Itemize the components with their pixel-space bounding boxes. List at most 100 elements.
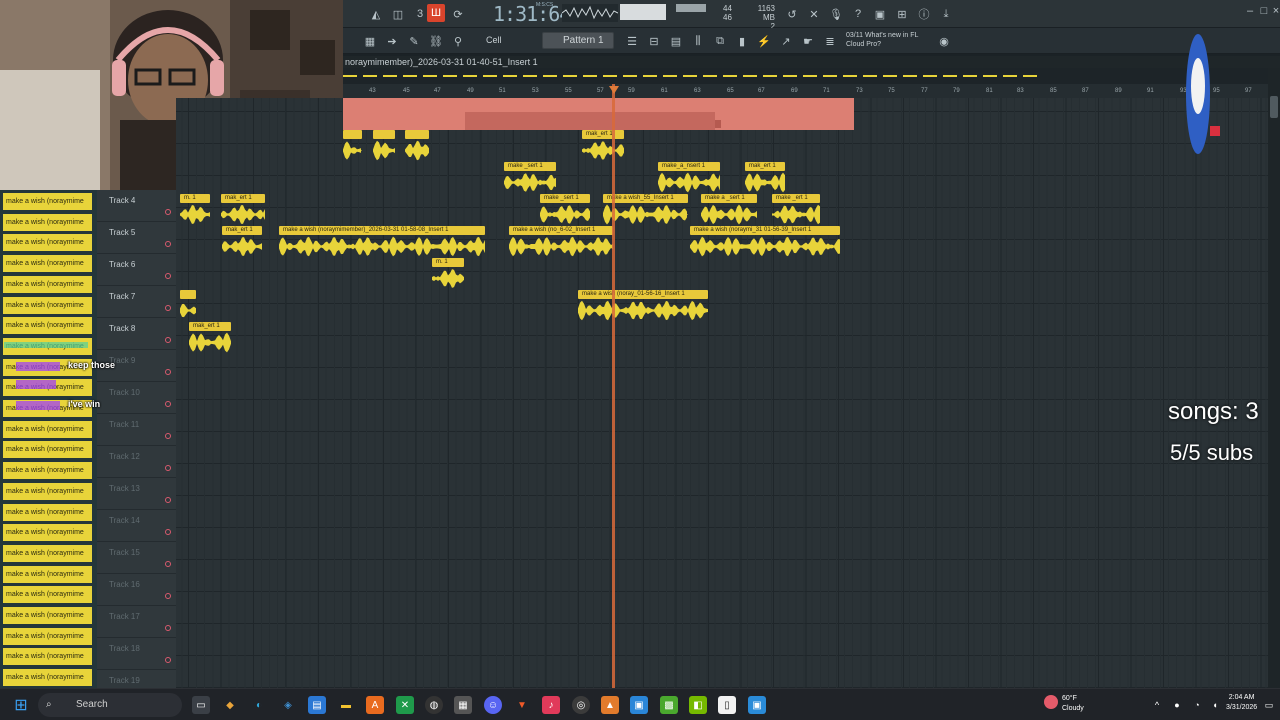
browser-file-item[interactable]: make a wish (noraymime — [3, 482, 92, 500]
clip-waveform — [373, 140, 395, 161]
clip-waveform — [504, 173, 556, 192]
browser-file-item[interactable]: make a wish (noraymime — [3, 213, 92, 231]
clip-label: m. 1 — [432, 258, 464, 267]
audio-clip[interactable] — [405, 130, 429, 162]
clip-waveform — [745, 172, 785, 193]
taskbar-clock[interactable]: 2:04 AM 3/31/2026 — [1226, 693, 1257, 713]
clip-body — [509, 235, 613, 258]
browser-file-item[interactable]: make a wish (noraymime — [3, 648, 92, 666]
playhead[interactable] — [612, 84, 615, 688]
clip-waveform — [432, 269, 464, 288]
audio-clip[interactable]: make _ert 1 — [772, 194, 820, 226]
clip-waveform — [405, 140, 429, 161]
adobe-icon[interactable]: A — [366, 696, 384, 714]
chat-text: i've win — [68, 399, 101, 409]
clip-waveform — [701, 204, 757, 225]
tray-app-icon[interactable]: ● — [1168, 696, 1186, 714]
clip-body — [582, 139, 624, 162]
audio-clip[interactable]: make_a_nsert 1 — [658, 162, 720, 194]
audio-clip[interactable]: mak_ert 1 — [582, 130, 624, 162]
browser-file-item[interactable]: make a wish (noraymime — [3, 544, 92, 562]
obs-icon[interactable]: ◎ — [572, 696, 590, 714]
excel-icon[interactable]: ✕ — [396, 696, 414, 714]
audio-clip[interactable]: mak_ert 1 — [221, 194, 265, 226]
clip-label: mak_ert 1 — [221, 194, 265, 203]
notification-icon[interactable]: ▭ — [1260, 696, 1278, 714]
scrollbar-thumb[interactable] — [1270, 96, 1278, 118]
vertical-scrollbar[interactable] — [1268, 68, 1280, 688]
app-icon-1[interactable]: ◆ — [221, 696, 239, 714]
app-icon-8[interactable]: ▣ — [748, 696, 766, 714]
task-view-icon[interactable]: ▭ — [192, 696, 210, 714]
folder-icon[interactable]: ▬ — [337, 696, 355, 714]
audio-clip[interactable]: make a wish (noray_01-56-16_Insert 1 — [578, 290, 708, 322]
audio-clip[interactable] — [180, 290, 196, 322]
browser-file-item[interactable]: make a wish (noraymime — [3, 420, 92, 438]
store-icon[interactable]: ▤ — [308, 696, 326, 714]
app-icon-5[interactable]: ♪ — [542, 696, 560, 714]
taskbar-search[interactable]: Search — [38, 693, 182, 717]
volume-icon[interactable]: ◖ — [1206, 696, 1224, 714]
audio-clip[interactable]: m. 1 — [432, 258, 464, 290]
clip-label — [405, 130, 429, 139]
clip-label — [373, 130, 395, 139]
browser-file-item[interactable]: make a wish (noraymime — [3, 255, 92, 273]
browser-file-item[interactable]: make a wish (noraymime — [3, 627, 92, 645]
browser-file-item[interactable]: make a wish (noraymime — [3, 586, 92, 604]
audio-clip[interactable]: make a _sert 1 — [701, 194, 757, 226]
windows-start-icon[interactable]: ⊞ — [12, 696, 30, 714]
browser-file-item[interactable]: make a wish (noraymime — [3, 441, 92, 459]
audio-clip[interactable]: make _sert 1 — [540, 194, 590, 226]
edge-icon[interactable]: ◐ — [250, 696, 268, 714]
clip-body — [658, 171, 720, 194]
browser-file-item[interactable]: make a wish (noraymime — [3, 193, 92, 210]
brave-icon[interactable]: ▼ — [513, 696, 531, 714]
audio-clip[interactable]: m. 1 — [180, 194, 210, 226]
browser-file-item[interactable]: make a wish (noraymime — [3, 275, 92, 293]
discord-icon[interactable]: ☺ — [484, 696, 502, 714]
audio-clip[interactable]: mak_ert 1 — [189, 322, 231, 354]
audio-clip[interactable]: make a wish_55_Insert 1 — [603, 194, 688, 226]
app-icon-2[interactable]: ◈ — [279, 696, 297, 714]
clip-waveform — [279, 236, 485, 257]
app-icon-4[interactable]: ▦ — [454, 696, 472, 714]
browser-file-item[interactable]: make a wish (noraymime — [3, 234, 92, 252]
audio-clip[interactable]: make a wish (noraymi_31 01-56-39_Insert … — [690, 226, 840, 258]
clip-waveform — [772, 204, 820, 225]
clip-label: make _ert 1 — [772, 194, 820, 203]
network-icon[interactable]: ◔ — [1188, 696, 1206, 714]
taskbar-time: 2:04 AM — [1228, 694, 1255, 701]
audio-clip[interactable]: make a wish (noraymimember)_2026-03-31 0… — [279, 226, 485, 258]
browser-file-item[interactable]: make a wish (noraymime — [3, 524, 92, 542]
browser-file-item[interactable]: make a wish (noraymime — [3, 503, 92, 521]
audio-clip[interactable]: mak_ert 1 — [745, 162, 785, 194]
notepad-icon[interactable]: ▯ — [718, 696, 736, 714]
weather-widget[interactable]: 60°F Cloudy — [1062, 694, 1084, 714]
audio-clip[interactable]: mak_ert 1 — [222, 226, 262, 258]
audio-clip[interactable]: make a wish (no_6-02_Insert 1 — [509, 226, 613, 258]
browser-file-item[interactable]: make a wish (noraymime — [3, 565, 92, 583]
taskbar-date: 3/31/2026 — [1226, 704, 1258, 711]
search-label: Search — [76, 699, 108, 710]
clip-body — [772, 203, 820, 226]
browser-file-item[interactable]: make a wish (noraymime — [3, 669, 92, 687]
app-icon-7[interactable]: ▩ — [660, 696, 678, 714]
browser-file-item[interactable]: make a wish (noraymime — [3, 317, 92, 335]
nvidia-icon[interactable]: ◧ — [689, 696, 707, 714]
browser-file-item[interactable]: make a wish (noraymime — [3, 296, 92, 314]
clip-label: mak_ert 1 — [745, 162, 785, 171]
browser-file-item[interactable]: make a wish (noraymime — [3, 607, 92, 624]
clip-waveform — [221, 205, 265, 224]
app-icon-6[interactable]: ▣ — [630, 696, 648, 714]
clip-label: m. 1 — [180, 194, 210, 203]
tray-chevron-icon[interactable]: ^ — [1148, 696, 1166, 714]
fl-studio-icon[interactable]: ▲ — [601, 696, 619, 714]
audio-clip[interactable] — [343, 130, 362, 162]
browser-file-item[interactable]: make a wish (noraymime — [3, 462, 92, 480]
audio-clip[interactable] — [373, 130, 395, 162]
app-icon-3[interactable]: ◍ — [425, 696, 443, 714]
clip-label: make a _sert 1 — [701, 194, 757, 203]
clips-layer: mak_ert 1 make _sert 1 make_a_nsert 1 mak_e… — [0, 0, 1280, 688]
playhead-marker[interactable] — [609, 86, 619, 94]
audio-clip[interactable]: make _sert 1 — [504, 162, 556, 194]
